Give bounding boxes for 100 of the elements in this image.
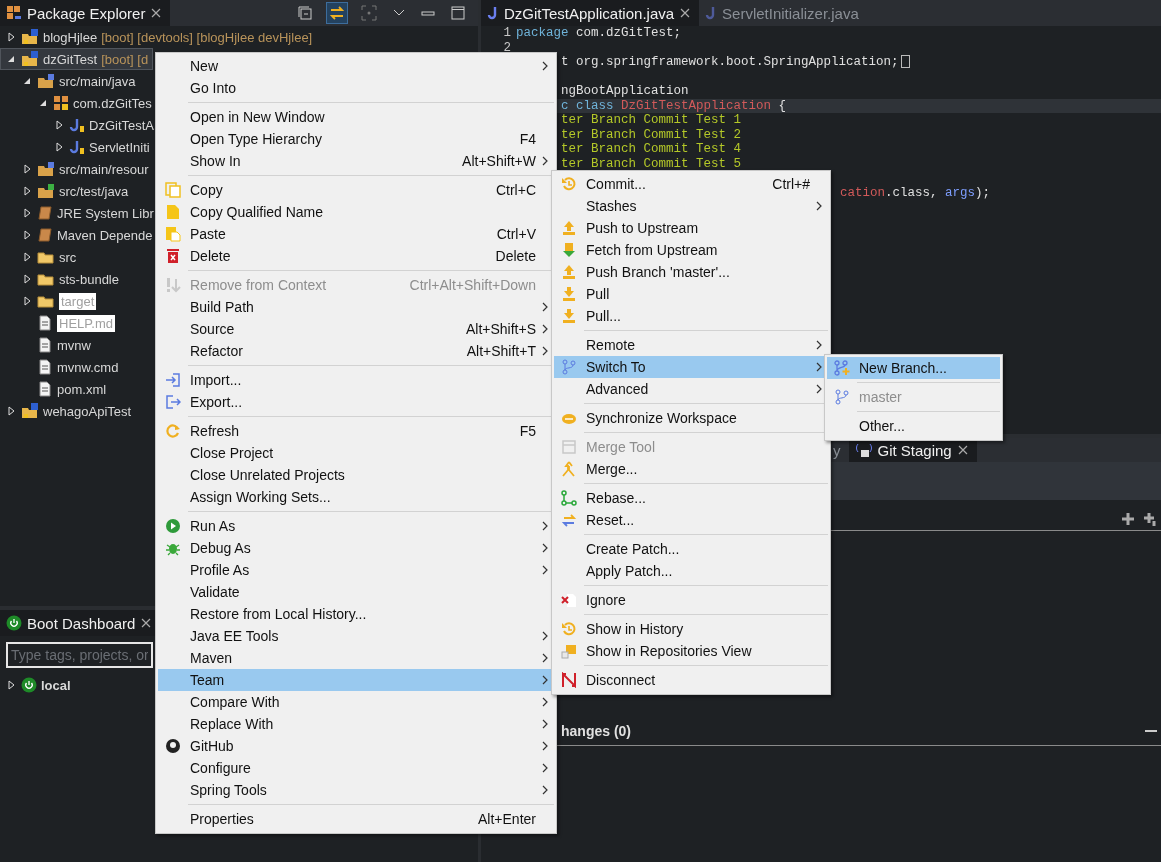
file-icon: [37, 315, 53, 331]
link-button[interactable]: [326, 2, 348, 24]
line-number: 1: [503, 26, 511, 40]
view-tab[interactable]: y: [827, 438, 849, 462]
menu-item[interactable]: Apply Patch...: [554, 560, 828, 582]
tree-item[interactable]: src/test/java: [0, 180, 132, 202]
menu-item[interactable]: Profile As: [158, 559, 554, 581]
menu-item[interactable]: Pull...: [554, 305, 828, 327]
menu-item[interactable]: Replace With: [158, 713, 554, 735]
folded-code-icon[interactable]: [900, 55, 910, 68]
menu-item[interactable]: Compare With: [158, 691, 554, 713]
menu-item[interactable]: Java EE Tools: [158, 625, 554, 647]
menu-item[interactable]: Paste Ctrl+V: [158, 223, 554, 245]
menu-item[interactable]: Fetch from Upstream: [554, 239, 828, 261]
swap-arrows-icon: [329, 5, 345, 21]
menu-item[interactable]: Spring Tools: [158, 779, 554, 801]
menu-item[interactable]: Show In Alt+Shift+W: [158, 150, 554, 172]
package-icon: [53, 95, 69, 111]
code-line: t org.springframework.boot.SpringApplication;: [561, 55, 899, 70]
menu-item[interactable]: Show in Repositories View: [554, 640, 828, 662]
menu-item[interactable]: Pull: [554, 283, 828, 305]
add-icon: [1121, 512, 1135, 526]
code-line: ter Branch Commit Test 4: [561, 142, 742, 157]
menu-item[interactable]: Run As: [158, 515, 554, 537]
menu-item[interactable]: Reset...: [554, 509, 828, 531]
menu-item[interactable]: Rebase...: [554, 487, 828, 509]
menu-item[interactable]: Source Alt+Shift+S: [158, 318, 554, 340]
tree-item[interactable]: src: [0, 246, 80, 268]
menu-item[interactable]: Disconnect: [554, 669, 828, 691]
tree-item[interactable]: blogHjlee [boot] [devtools] [blogHjlee devHjlee]: [0, 26, 316, 48]
view-tab[interactable]: Package Explorer: [0, 0, 171, 26]
tree-item[interactable]: ServletIniti: [0, 136, 153, 158]
menu-item[interactable]: Open in New Window: [158, 106, 554, 128]
search-field[interactable]: Type tags, projects, or: [6, 642, 153, 668]
menu-item[interactable]: Commit... Ctrl+#: [554, 173, 828, 195]
menu-item[interactable]: New Branch...: [827, 357, 1000, 379]
add-all-icon: [1143, 512, 1157, 526]
library-icon: [37, 227, 53, 243]
menu-item[interactable]: Restore from Local History...: [158, 603, 554, 625]
menu-item[interactable]: Build Path: [158, 296, 554, 318]
tree-item[interactable]: Maven Depende: [0, 224, 156, 246]
close-icon: [150, 7, 163, 19]
menu-item[interactable]: Import...: [158, 369, 554, 391]
menu-item[interactable]: Synchronize Workspace: [554, 407, 828, 429]
menu-item[interactable]: GitHub: [158, 735, 554, 757]
menu-item[interactable]: Go Into: [158, 77, 554, 99]
menu-item[interactable]: Copy Qualified Name: [158, 201, 554, 223]
collapsed-triangle-icon: [23, 274, 31, 284]
editor-tab[interactable]: DzGitTestApplication.java: [481, 0, 700, 26]
menu-item[interactable]: Advanced: [554, 378, 828, 400]
tree-item[interactable]: src/main/java: [0, 70, 139, 92]
menu-item[interactable]: Push Branch 'master'...: [554, 261, 828, 283]
tree-item[interactable]: DzGitTestA: [0, 114, 157, 136]
maximize-button[interactable]: [448, 3, 468, 23]
menu-item[interactable]: Remote: [554, 334, 828, 356]
menu-item[interactable]: Close Unrelated Projects: [158, 464, 554, 486]
menu-item[interactable]: Validate: [158, 581, 554, 603]
menu-item[interactable]: Team: [158, 669, 554, 691]
menu-item[interactable]: New: [158, 55, 554, 77]
tree-item[interactable]: pom.xml: [0, 378, 110, 400]
menu-item[interactable]: Stashes: [554, 195, 828, 217]
delete-icon: [166, 248, 180, 264]
tree-item[interactable]: sts-bundle: [0, 268, 122, 290]
tree-item[interactable]: src/main/resour: [0, 158, 152, 180]
code-line: c class DzGitTestApplication {: [561, 98, 787, 113]
menu-item[interactable]: Maven: [158, 647, 554, 669]
menu-item[interactable]: Refactor Alt+Shift+T: [158, 340, 554, 362]
tree-item[interactable]: mvnw: [0, 334, 94, 356]
menu-item[interactable]: Open Type Hierarchy F4: [158, 128, 554, 150]
close-icon: [140, 617, 153, 629]
menu-item[interactable]: Push to Upstream: [554, 217, 828, 239]
menu-item[interactable]: Properties Alt+Enter: [158, 808, 554, 830]
expanded-triangle-icon: [7, 55, 15, 63]
tree-item[interactable]: mvnw.cmd: [0, 356, 122, 378]
menu-item[interactable]: Delete Delete: [158, 245, 554, 267]
line-number: 2: [503, 40, 511, 55]
tree-item[interactable]: com.dzGitTes: [0, 92, 155, 114]
menu-item[interactable]: Configure: [158, 757, 554, 779]
menu-item[interactable]: Assign Working Sets...: [158, 486, 554, 508]
menu-item[interactable]: Export...: [158, 391, 554, 413]
menu-item[interactable]: Close Project: [158, 442, 554, 464]
menu-item[interactable]: Debug As: [158, 537, 554, 559]
menu-item[interactable]: Merge...: [554, 458, 828, 480]
menu-item[interactable]: Create Patch...: [554, 538, 828, 560]
menu-item[interactable]: Other...: [827, 415, 1000, 437]
tree-item[interactable]: wehagoApiTest: [0, 400, 135, 422]
project-icon: [21, 403, 39, 419]
tree-item[interactable]: dzGitTest [boot] [d: [0, 48, 153, 70]
branch-icon: [561, 359, 577, 375]
history-icon: [561, 176, 577, 192]
collapsed-triangle-icon: [7, 680, 15, 690]
menu-item[interactable]: Ignore: [554, 589, 828, 611]
menu-item[interactable]: Show in History: [554, 618, 828, 640]
menu-item[interactable]: Refresh F5: [158, 420, 554, 442]
tree-item[interactable]: local: [0, 674, 74, 696]
remove-icon: [165, 277, 181, 293]
menu-item[interactable]: Copy Ctrl+C: [158, 179, 554, 201]
history-icon: [561, 621, 577, 637]
tree-item[interactable]: JRE System Libr: [0, 202, 157, 224]
editor-tab[interactable]: ServletInitializer.java: [699, 0, 867, 26]
